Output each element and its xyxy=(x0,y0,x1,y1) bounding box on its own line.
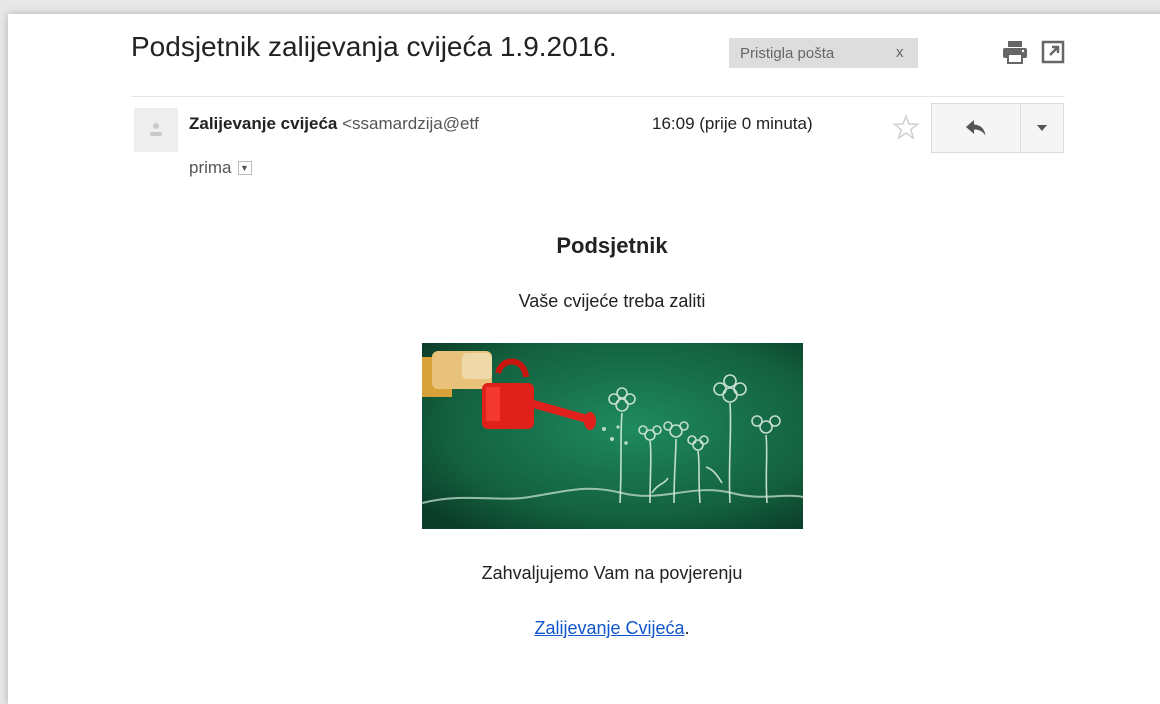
chevron-down-icon[interactable]: ▼ xyxy=(237,161,252,175)
recipient-line: prima ▼ xyxy=(189,158,252,178)
more-options-button[interactable] xyxy=(1020,103,1064,153)
email-timestamp: 16:09 (prije 0 minuta) xyxy=(652,114,813,133)
reply-button[interactable] xyxy=(931,103,1021,153)
thanks-text: Zahvaljujemo Vam na povjerenju xyxy=(481,563,743,583)
sender-email: <ssamardzija@etf xyxy=(342,114,479,133)
avatar[interactable] xyxy=(134,108,178,152)
recipient-label: prima xyxy=(189,158,232,177)
footer-line: Zalijevanje Cvijeća. xyxy=(380,618,844,639)
label-chip-text: Pristigla pošta xyxy=(740,44,835,62)
body-heading: Podsjetnik xyxy=(556,233,668,258)
sender-line: Zalijevanje cvijeća <ssamardzija@etf xyxy=(189,114,619,134)
star-icon[interactable] xyxy=(892,113,920,141)
caret-down-icon xyxy=(1037,125,1047,131)
sender-name[interactable]: Zalijevanje cvijeća xyxy=(189,114,337,133)
reply-icon xyxy=(966,120,986,136)
remove-label-button[interactable]: x xyxy=(896,44,904,61)
print-icon[interactable] xyxy=(1002,40,1028,64)
watering-can-flowers-illustration xyxy=(422,343,803,529)
label-chip-inbox[interactable]: Pristigla pošta x xyxy=(729,38,918,68)
email-subject: Podsjetnik zalijevanja cvijeća 1.9.2016. xyxy=(131,31,617,62)
open-in-new-window-icon[interactable] xyxy=(1041,40,1065,64)
header-divider xyxy=(131,96,1065,97)
body-text: Vaše cvijeće treba zaliti xyxy=(518,291,706,311)
company-link[interactable]: Zalijevanje Cvijeća xyxy=(534,618,684,638)
footer-link-suffix: . xyxy=(684,618,690,638)
person-icon xyxy=(150,123,162,136)
